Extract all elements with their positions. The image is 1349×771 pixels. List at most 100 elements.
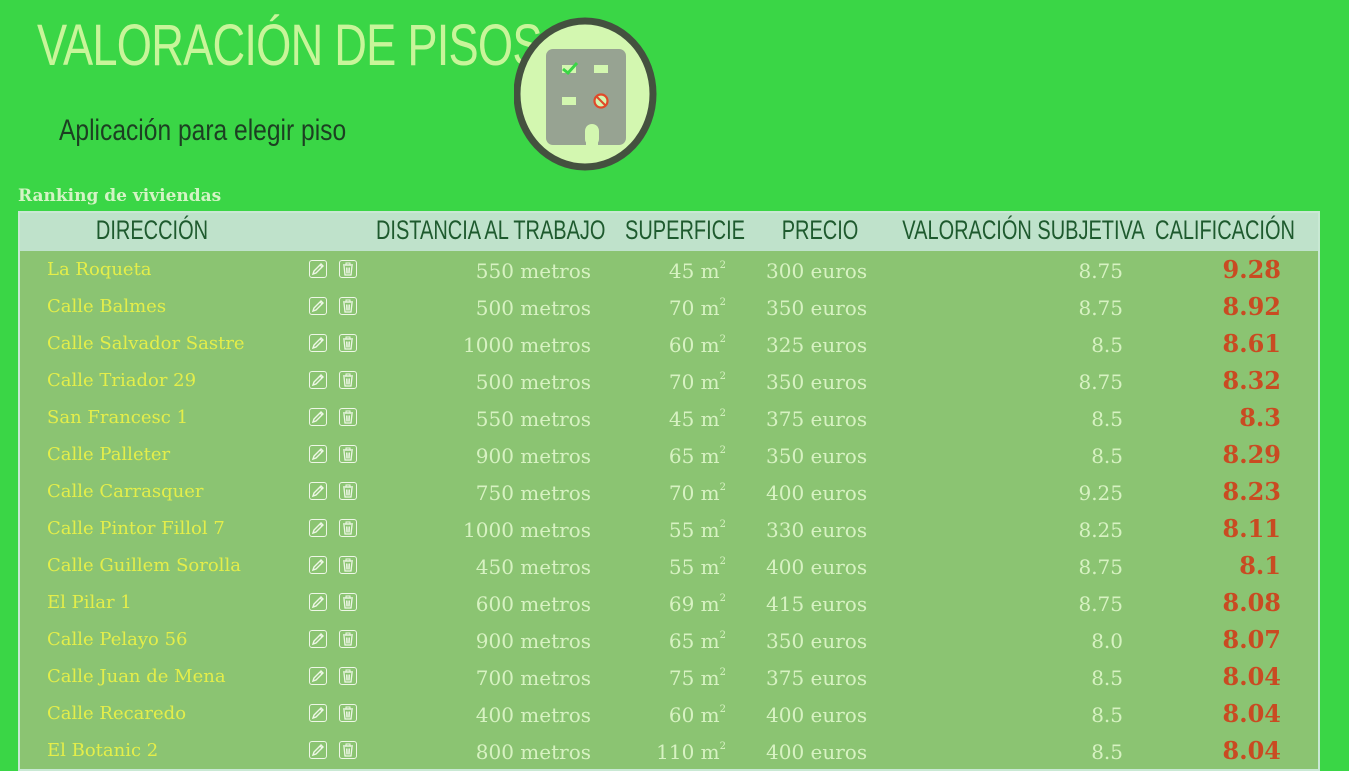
edit-icon[interactable] bbox=[309, 593, 327, 611]
address-link[interactable]: Calle Pintor Fillol 7 bbox=[47, 518, 225, 539]
rating-cell: 8.75 bbox=[1078, 592, 1123, 616]
ranking-table: DIRECCIÓN DISTANCIA AL TRABAJO SUPERFICI… bbox=[18, 211, 1320, 771]
score-cell: 8.1 bbox=[1239, 551, 1281, 580]
distance-cell: 600 metros bbox=[476, 592, 591, 616]
score-cell: 8.08 bbox=[1223, 588, 1281, 617]
score-cell: 8.23 bbox=[1223, 477, 1281, 506]
table-row: Calle Recaredo400 metros60 m2400 euros8.… bbox=[20, 695, 1318, 732]
address-link[interactable]: Calle Guillem Sorolla bbox=[47, 555, 241, 576]
price-cell: 330 euros bbox=[766, 518, 867, 542]
trash-icon[interactable] bbox=[339, 482, 357, 500]
table-row: Calle Salvador Sastre1000 metros60 m2325… bbox=[20, 325, 1318, 362]
rating-cell: 8.75 bbox=[1078, 259, 1123, 283]
trash-icon[interactable] bbox=[339, 519, 357, 537]
address-link[interactable]: Calle Recaredo bbox=[47, 703, 186, 724]
edit-icon[interactable] bbox=[309, 630, 327, 648]
edit-icon[interactable] bbox=[309, 482, 327, 500]
area-value: 70 m bbox=[669, 481, 720, 505]
trash-icon[interactable] bbox=[339, 741, 357, 759]
address-link[interactable]: Calle Pelayo 56 bbox=[47, 629, 187, 650]
area-cell: 60 m2 bbox=[669, 703, 726, 727]
edit-icon[interactable] bbox=[309, 556, 327, 574]
address-link[interactable]: Calle Triador 29 bbox=[47, 370, 196, 391]
area-value: 65 m bbox=[669, 444, 720, 468]
area-cell: 65 m2 bbox=[669, 629, 726, 653]
distance-cell: 900 metros bbox=[476, 629, 591, 653]
edit-icon[interactable] bbox=[309, 445, 327, 463]
area-value: 55 m bbox=[669, 555, 720, 579]
distance-cell: 1000 metros bbox=[463, 333, 591, 357]
distance-cell: 800 metros bbox=[476, 740, 591, 764]
edit-icon[interactable] bbox=[309, 408, 327, 426]
area-unit-exponent: 2 bbox=[720, 593, 726, 604]
price-cell: 300 euros bbox=[766, 259, 867, 283]
trash-icon[interactable] bbox=[339, 445, 357, 463]
address-link[interactable]: El Pilar 1 bbox=[47, 592, 132, 613]
edit-icon[interactable] bbox=[309, 371, 327, 389]
column-header-calificacion: CALIFICACIÓN bbox=[1151, 215, 1299, 246]
price-cell: 325 euros bbox=[766, 333, 867, 357]
trash-icon[interactable] bbox=[339, 334, 357, 352]
trash-icon[interactable] bbox=[339, 260, 357, 278]
score-cell: 8.04 bbox=[1223, 736, 1281, 765]
trash-icon[interactable] bbox=[339, 371, 357, 389]
address-link[interactable]: Calle Balmes bbox=[47, 296, 166, 317]
edit-icon[interactable] bbox=[309, 667, 327, 685]
address-link[interactable]: La Roqueta bbox=[47, 259, 152, 280]
price-cell: 415 euros bbox=[766, 592, 867, 616]
edit-icon[interactable] bbox=[309, 297, 327, 315]
trash-icon[interactable] bbox=[339, 297, 357, 315]
area-unit-exponent: 2 bbox=[720, 445, 726, 456]
area-unit-exponent: 2 bbox=[720, 334, 726, 345]
address-link[interactable]: Calle Palleter bbox=[47, 444, 170, 465]
area-cell: 110 m2 bbox=[656, 740, 726, 764]
area-unit-exponent: 2 bbox=[720, 408, 726, 419]
building-icon bbox=[514, 17, 658, 171]
area-unit-exponent: 2 bbox=[720, 704, 726, 715]
rating-cell: 8.75 bbox=[1078, 370, 1123, 394]
price-cell: 350 euros bbox=[766, 296, 867, 320]
price-cell: 375 euros bbox=[766, 666, 867, 690]
distance-cell: 550 metros bbox=[476, 259, 591, 283]
rating-cell: 9.25 bbox=[1078, 481, 1123, 505]
area-unit-exponent: 2 bbox=[720, 260, 726, 271]
trash-icon[interactable] bbox=[339, 556, 357, 574]
address-link[interactable]: Calle Juan de Mena bbox=[47, 666, 226, 687]
edit-icon[interactable] bbox=[309, 334, 327, 352]
page-subtitle: Aplicación para elegir piso bbox=[59, 114, 346, 148]
score-cell: 9.28 bbox=[1223, 255, 1281, 284]
rating-cell: 8.5 bbox=[1091, 703, 1123, 727]
rating-cell: 8.5 bbox=[1091, 666, 1123, 690]
edit-icon[interactable] bbox=[309, 260, 327, 278]
table-row: Calle Palleter900 metros65 m2350 euros8.… bbox=[20, 436, 1318, 473]
area-value: 45 m bbox=[669, 407, 720, 431]
address-link[interactable]: San Francesc 1 bbox=[47, 407, 188, 428]
distance-cell: 900 metros bbox=[476, 444, 591, 468]
trash-icon[interactable] bbox=[339, 704, 357, 722]
edit-icon[interactable] bbox=[309, 704, 327, 722]
column-header-precio: PRECIO bbox=[768, 215, 872, 246]
area-unit-exponent: 2 bbox=[720, 630, 726, 641]
area-value: 55 m bbox=[669, 518, 720, 542]
distance-cell: 750 metros bbox=[476, 481, 591, 505]
area-cell: 70 m2 bbox=[669, 370, 726, 394]
address-link[interactable]: Calle Salvador Sastre bbox=[47, 333, 245, 354]
trash-icon[interactable] bbox=[339, 408, 357, 426]
trash-icon[interactable] bbox=[339, 593, 357, 611]
distance-cell: 1000 metros bbox=[463, 518, 591, 542]
distance-cell: 500 metros bbox=[476, 370, 591, 394]
price-cell: 400 euros bbox=[766, 703, 867, 727]
rating-cell: 8.25 bbox=[1078, 518, 1123, 542]
column-header-valoracion: VALORACIÓN SUBJETIVA bbox=[902, 215, 1131, 246]
trash-icon[interactable] bbox=[339, 667, 357, 685]
price-cell: 350 euros bbox=[766, 370, 867, 394]
edit-icon[interactable] bbox=[309, 519, 327, 537]
area-cell: 55 m2 bbox=[669, 555, 726, 579]
edit-icon[interactable] bbox=[309, 741, 327, 759]
table-row: Calle Guillem Sorolla450 metros55 m2400 … bbox=[20, 547, 1318, 584]
price-cell: 350 euros bbox=[766, 444, 867, 468]
trash-icon[interactable] bbox=[339, 630, 357, 648]
address-link[interactable]: Calle Carrasquer bbox=[47, 481, 203, 502]
ranking-label: Ranking de viviendas bbox=[18, 186, 221, 206]
table-row: Calle Carrasquer750 metros70 m2400 euros… bbox=[20, 473, 1318, 510]
